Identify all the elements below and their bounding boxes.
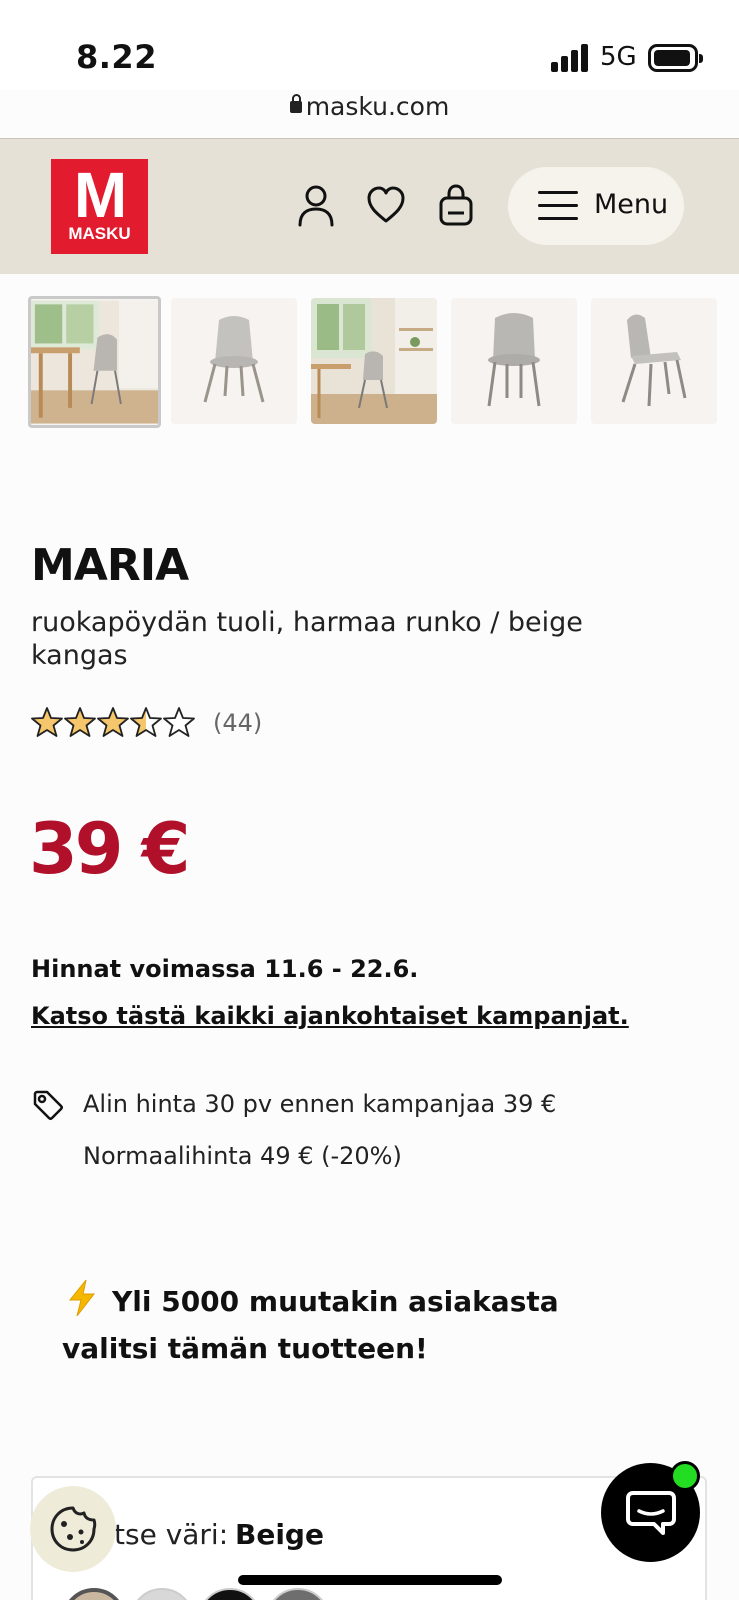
- cookie-icon: [50, 1506, 97, 1552]
- address-bar[interactable]: masku.com: [0, 92, 739, 136]
- masku-logo[interactable]: M MASKU: [51, 159, 148, 254]
- signal-icon: [551, 44, 591, 72]
- normal-price-note: Normaalihinta 49 € (-20%): [83, 1142, 402, 1170]
- campaign-validity: Hinnat voimassa 11.6 - 22.6.: [31, 955, 419, 983]
- star-icon: [163, 707, 195, 737]
- menu-button[interactable]: Menu: [508, 167, 684, 245]
- color-label: tse väri:: [114, 1518, 229, 1551]
- status-time: 8.22: [76, 38, 157, 76]
- chair-image: [171, 298, 297, 424]
- logo-mark: M: [73, 159, 127, 231]
- cookie-settings-button[interactable]: [30, 1486, 116, 1572]
- url-text: masku.com: [305, 92, 450, 121]
- price-tag-icon: [33, 1090, 63, 1120]
- product-title: MARIA: [31, 540, 189, 591]
- rating-stars[interactable]: [31, 706, 196, 740]
- home-indicator: [238, 1575, 502, 1585]
- thumbnail-chair-angle[interactable]: [591, 298, 717, 424]
- chat-bubble-icon: [626, 1491, 676, 1535]
- account-icon[interactable]: [296, 183, 336, 227]
- shopping-bag-icon[interactable]: [436, 183, 476, 227]
- image-thumbnails: [28, 296, 728, 428]
- chair-image: [451, 298, 577, 424]
- network-label: 5G: [600, 42, 637, 72]
- thumbnail-room-scene-1[interactable]: [28, 296, 161, 428]
- chair-image: [591, 298, 717, 424]
- lock-icon: [289, 94, 302, 113]
- menu-label: Menu: [594, 189, 669, 220]
- thumbnail-chair-front[interactable]: [171, 298, 297, 424]
- battery-icon: [648, 44, 703, 72]
- selected-color: Beige: [235, 1518, 324, 1551]
- thumbnail-chair-front-2[interactable]: [451, 298, 577, 424]
- hamburger-icon: [538, 191, 578, 221]
- status-bar: 8.22 5G: [0, 0, 739, 90]
- campaigns-link[interactable]: Katso tästä kaikki ajankohtaiset kampanj…: [31, 1002, 629, 1030]
- star-icon: [97, 707, 129, 737]
- social-proof-text: Yli 5000 muutakin asiakasta valitsi tämä…: [62, 1285, 559, 1365]
- wishlist-heart-icon[interactable]: [366, 183, 406, 227]
- site-header: M MASKU Menu: [0, 138, 739, 274]
- chair-room-image: [31, 300, 158, 424]
- chair-room-image: [311, 298, 437, 424]
- star-icon: [31, 707, 63, 737]
- product-description: ruokapöydän tuoli, harmaa runko / beige …: [31, 607, 583, 671]
- star-icon: [64, 707, 96, 737]
- online-status-dot: [670, 1461, 700, 1491]
- star-icon: [130, 707, 162, 737]
- logo-text: MASKU: [68, 224, 131, 243]
- product-price: 39 €: [29, 808, 190, 890]
- thumbnail-room-scene-2[interactable]: [311, 298, 437, 424]
- lowest-price-note: Alin hinta 30 pv ennen kampanjaa 39 €: [83, 1090, 557, 1118]
- review-count[interactable]: (44): [213, 709, 262, 737]
